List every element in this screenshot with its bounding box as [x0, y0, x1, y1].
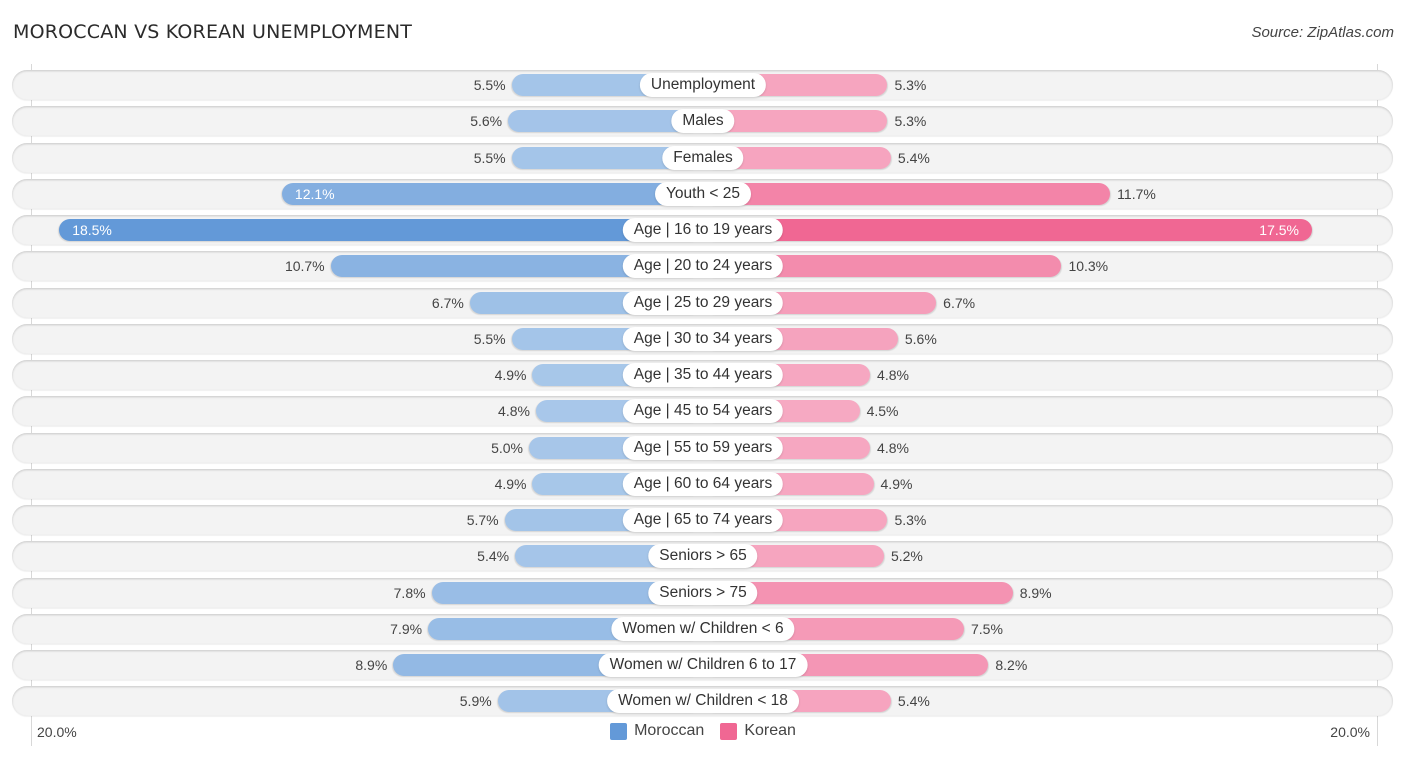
value-label-korean: 8.9% — [1019, 584, 1052, 601]
category-label: Males — [671, 109, 735, 134]
value-label-korean: 6.7% — [943, 294, 976, 311]
legend-item-moroccan[interactable]: Moroccan — [610, 722, 704, 740]
value-label-korean: 5.3% — [894, 113, 927, 130]
value-label-moroccan: 7.9% — [390, 620, 423, 637]
value-label-moroccan: 6.7% — [431, 294, 464, 311]
value-label-moroccan: 5.5% — [473, 149, 506, 166]
value-label-moroccan: 12.1% — [294, 185, 335, 202]
value-label-korean: 5.4% — [897, 693, 930, 710]
value-label-moroccan: 5.5% — [473, 330, 506, 347]
bar-korean[interactable] — [703, 219, 1312, 241]
value-label-moroccan: 8.9% — [355, 657, 388, 673]
value-label-korean: 4.9% — [880, 475, 913, 492]
category-label: Seniors > 75 — [648, 580, 758, 605]
value-label-korean: 5.4% — [897, 149, 930, 166]
category-label: Seniors > 65 — [648, 544, 758, 569]
chart-plot-area: 5.5% 5.3% Unemployment 5.6% 5.3% Males 5.5% 5.4… — [0, 0, 1406, 757]
category-label: Youth < 25 — [655, 181, 751, 206]
value-label-korean: 4.5% — [866, 403, 899, 420]
value-label-korean: 5.3% — [894, 77, 927, 93]
category-label: Age | 35 to 44 years — [622, 363, 784, 387]
value-label-moroccan: 5.4% — [477, 548, 510, 565]
category-label: Age | 16 to 19 years — [622, 218, 784, 242]
value-label-moroccan: 5.5% — [473, 77, 506, 93]
legend-swatch-korean — [720, 722, 738, 740]
legend-swatch-moroccan — [610, 722, 628, 740]
legend-label-moroccan: Moroccan — [634, 722, 705, 739]
value-label-moroccan: 7.8% — [393, 584, 426, 601]
legend-label-korean: Korean — [744, 722, 796, 739]
value-label-korean: 4.8% — [877, 439, 909, 456]
bar-korean[interactable] — [703, 182, 1111, 205]
category-label: Age | 20 to 24 years — [622, 254, 784, 279]
value-label-moroccan: 5.7% — [466, 512, 499, 528]
category-label: Unemployment — [639, 73, 767, 97]
category-label: Age | 45 to 54 years — [622, 399, 784, 424]
value-label-korean: 17.5% — [1259, 222, 1299, 238]
value-label-moroccan: 5.6% — [470, 113, 503, 130]
category-label: Age | 65 to 74 years — [622, 508, 784, 532]
value-label-moroccan: 10.7% — [284, 258, 325, 275]
value-label-moroccan: 4.9% — [494, 475, 527, 492]
bar-moroccan[interactable] — [59, 219, 703, 241]
value-label-moroccan: 5.0% — [491, 439, 523, 456]
category-label: Females — [662, 145, 744, 170]
value-label-moroccan: 4.9% — [494, 367, 527, 383]
value-label-korean: 4.8% — [877, 367, 909, 383]
value-label-moroccan: 5.9% — [459, 693, 492, 710]
category-label: Women w/ Children < 6 — [611, 616, 795, 641]
value-label-korean: 5.2% — [890, 548, 923, 565]
value-label-korean: 8.2% — [995, 657, 1028, 673]
category-label: Age | 55 to 59 years — [622, 435, 784, 460]
value-label-korean: 5.3% — [894, 512, 927, 528]
value-label-korean: 5.6% — [904, 330, 937, 347]
category-label: Age | 60 to 64 years — [622, 471, 784, 496]
legend: Moroccan Korean — [0, 722, 1406, 740]
value-label-korean: 11.7% — [1117, 185, 1156, 202]
value-label-moroccan: 18.5% — [72, 222, 112, 238]
value-label-korean: 10.3% — [1068, 258, 1109, 275]
category-label: Age | 30 to 34 years — [622, 326, 784, 351]
value-label-korean: 7.5% — [971, 620, 1003, 637]
category-label: Age | 25 to 29 years — [622, 290, 784, 315]
value-label-moroccan: 4.8% — [498, 403, 530, 420]
bar-moroccan[interactable] — [281, 182, 703, 205]
category-label: Women w/ Children < 18 — [607, 689, 799, 714]
legend-item-korean[interactable]: Korean — [720, 722, 796, 740]
category-label: Women w/ Children 6 to 17 — [598, 653, 808, 677]
